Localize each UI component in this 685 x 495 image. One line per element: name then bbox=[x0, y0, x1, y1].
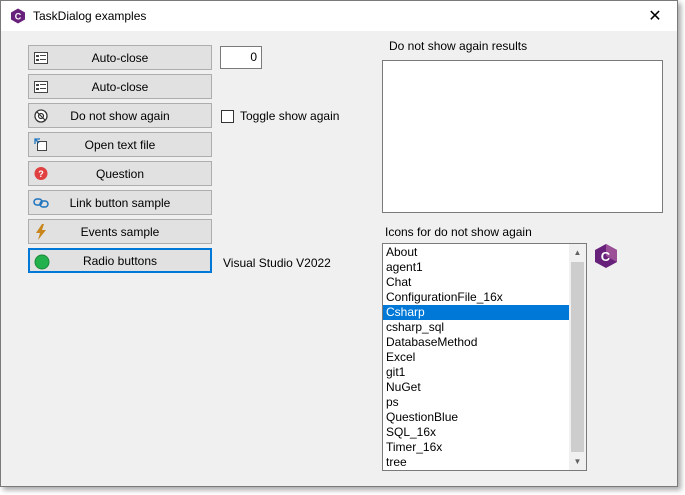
lightning-icon bbox=[33, 224, 49, 240]
link-icon bbox=[33, 195, 49, 211]
list-item[interactable]: Excel bbox=[383, 350, 569, 365]
toggle-show-again-checkbox[interactable]: Toggle show again bbox=[221, 108, 339, 124]
auto-close-button[interactable]: Auto-close bbox=[28, 45, 212, 70]
open-text-file-label: Open text file bbox=[84, 137, 156, 152]
list-item[interactable]: QuestionBlue bbox=[383, 410, 569, 425]
list-item[interactable]: DatabaseMethod bbox=[383, 335, 569, 350]
radio-buttons-label: Radio buttons bbox=[82, 253, 158, 268]
auto-close-button-2[interactable]: Auto-close bbox=[28, 74, 212, 99]
radio-icon bbox=[34, 254, 50, 270]
list-item[interactable]: ps bbox=[383, 395, 569, 410]
main-window: C TaskDialog examples ✕ Auto-close Auto-… bbox=[0, 0, 678, 487]
dialog-icon bbox=[33, 50, 49, 66]
scroll-thumb[interactable] bbox=[571, 262, 584, 452]
csharp-logo-icon: C bbox=[11, 8, 25, 24]
radio-buttons-button[interactable]: Radio buttons bbox=[28, 248, 212, 273]
list-item[interactable]: Timer_16x bbox=[383, 440, 569, 455]
scroll-down-arrow-icon[interactable]: ▼ bbox=[569, 453, 586, 470]
scroll-up-arrow-icon[interactable]: ▲ bbox=[569, 244, 586, 261]
icons-list-items: About agent1 Chat ConfigurationFile_16x Csha… bbox=[383, 245, 569, 470]
question-label: Question bbox=[95, 166, 145, 181]
listbox-scrollbar[interactable]: ▲ ▼ bbox=[569, 244, 586, 470]
svg-text:C: C bbox=[15, 12, 22, 22]
link-button-sample-label: Link button sample bbox=[69, 195, 171, 210]
events-sample-button[interactable]: Events sample bbox=[28, 219, 212, 244]
toggle-show-again-label: Toggle show again bbox=[240, 109, 340, 123]
list-item[interactable]: csharp_sql bbox=[383, 320, 569, 335]
auto-close-label: Auto-close bbox=[91, 50, 149, 65]
icons-listbox[interactable]: About agent1 Chat ConfigurationFile_16x Csha… bbox=[382, 243, 587, 471]
icons-list-label: Icons for do not show again bbox=[385, 225, 532, 239]
link-button-sample-button[interactable]: Link button sample bbox=[28, 190, 212, 215]
list-item[interactable]: git1 bbox=[383, 365, 569, 380]
results-textbox[interactable] bbox=[382, 60, 663, 213]
list-item[interactable]: tree bbox=[383, 455, 569, 470]
auto-close-seconds-input[interactable]: 0 bbox=[220, 46, 262, 69]
list-item[interactable]: Chat bbox=[383, 275, 569, 290]
visual-studio-version-label: Visual Studio V2022 bbox=[223, 256, 331, 270]
title-bar: C TaskDialog examples ✕ bbox=[1, 1, 677, 31]
close-button[interactable]: ✕ bbox=[633, 1, 677, 31]
list-item[interactable]: agent1 bbox=[383, 260, 569, 275]
auto-close-label-2: Auto-close bbox=[91, 79, 149, 94]
checkbox-box[interactable] bbox=[221, 109, 234, 123]
close-icon: ✕ bbox=[648, 8, 662, 25]
window-title: TaskDialog examples bbox=[33, 9, 147, 23]
question-button[interactable]: ? Question bbox=[28, 161, 212, 186]
eye-hide-icon bbox=[33, 108, 49, 124]
svg-text:?: ? bbox=[38, 169, 44, 179]
list-item[interactable]: ConfigurationFile_16x bbox=[383, 290, 569, 305]
list-item[interactable]: About bbox=[383, 245, 569, 260]
list-item[interactable]: NuGet bbox=[383, 380, 569, 395]
list-item[interactable]: Csharp bbox=[383, 305, 569, 320]
csharp-logo-icon: C bbox=[595, 244, 617, 268]
do-not-show-again-label: Do not show again bbox=[70, 108, 170, 123]
events-sample-label: Events sample bbox=[80, 224, 160, 239]
do-not-show-again-button[interactable]: Do not show again bbox=[28, 103, 212, 128]
results-label: Do not show again results bbox=[389, 39, 528, 53]
open-file-icon bbox=[33, 137, 49, 153]
svg-text:C: C bbox=[601, 249, 611, 264]
question-icon: ? bbox=[33, 166, 49, 182]
open-text-file-button[interactable]: Open text file bbox=[28, 132, 212, 157]
dialog-icon bbox=[33, 79, 49, 95]
list-item[interactable]: SQL_16x bbox=[383, 425, 569, 440]
